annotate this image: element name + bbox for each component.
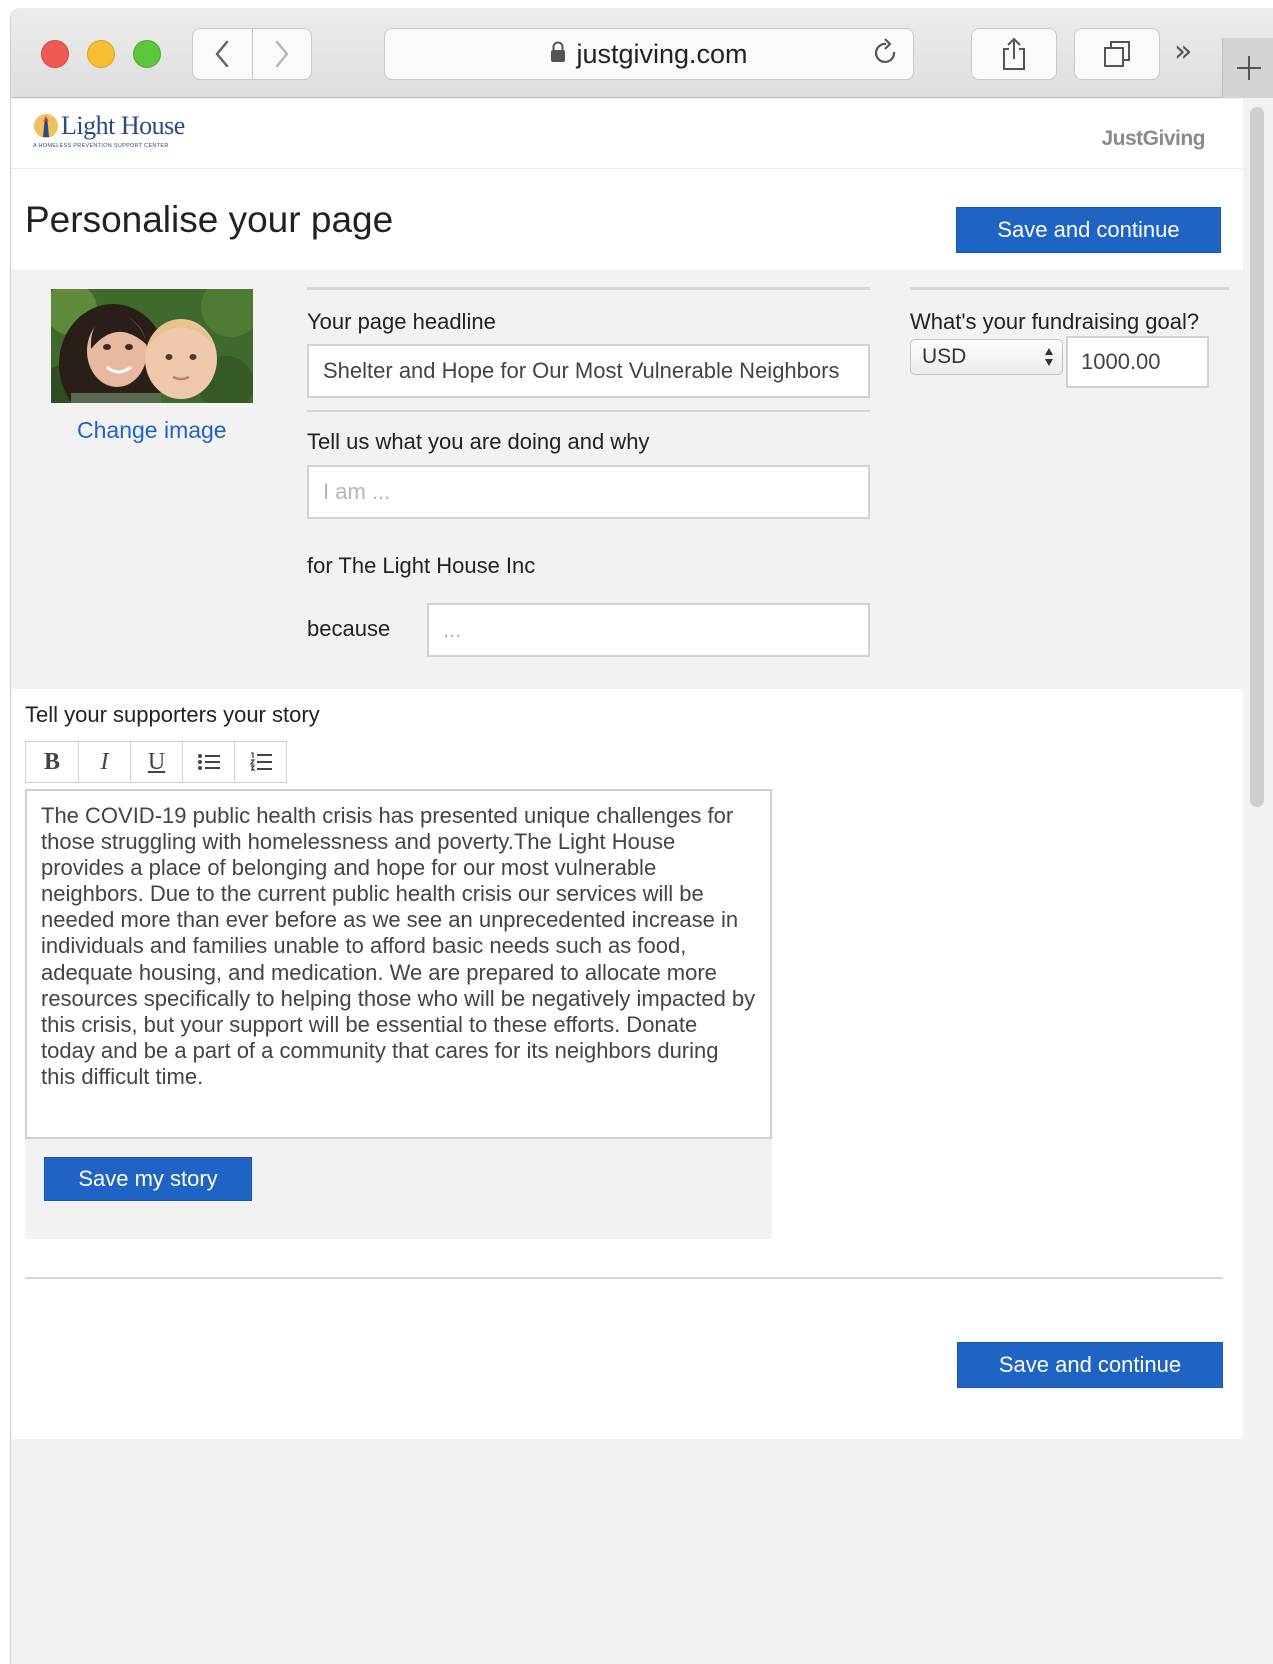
- close-window-button[interactable]: [41, 40, 69, 68]
- chevron-left-icon: [216, 40, 229, 68]
- vertical-scrollbar[interactable]: [1250, 107, 1264, 807]
- doing-what-input[interactable]: I am ...: [307, 465, 870, 519]
- italic-button[interactable]: I: [78, 742, 130, 782]
- because-label: because: [307, 616, 391, 641]
- save-and-continue-button-bottom[interactable]: Save and continue: [957, 1342, 1223, 1388]
- plus-icon: [1236, 56, 1261, 80]
- bulleted-list-icon: [197, 754, 220, 770]
- page-viewport: Light House A HOMELESS PREVENTION SUPPOR…: [11, 99, 1273, 1664]
- lighthouse-logo-icon: [34, 114, 58, 138]
- headline-divider: [307, 287, 870, 290]
- bottom-divider: [25, 1277, 1223, 1279]
- headline-label: Your page headline: [307, 309, 496, 334]
- tab-overview-button[interactable]: [1074, 28, 1160, 80]
- page-title: Personalise your page: [25, 199, 394, 240]
- story-heading: Tell your supporters your story: [25, 702, 320, 727]
- logo-subtitle: A HOMELESS PREVENTION SUPPORT CENTER: [33, 143, 169, 149]
- headline-input[interactable]: Shelter and Hope for Our Most Vulnerable…: [307, 344, 870, 398]
- url-text: justgiving.com: [576, 38, 748, 69]
- bold-icon: B: [43, 748, 60, 775]
- share-icon: [1003, 37, 1025, 70]
- minimize-window-button[interactable]: [87, 40, 115, 68]
- select-arrows-icon: [1045, 348, 1053, 366]
- currency-select[interactable]: USD: [910, 339, 1063, 375]
- goal-divider: [910, 287, 1229, 290]
- currency-value: USD: [922, 345, 967, 368]
- bold-button[interactable]: B: [26, 742, 78, 782]
- editor-toolbar: B I U: [25, 741, 287, 783]
- because-input[interactable]: ...: [427, 603, 870, 657]
- numbered-list-icon: [249, 752, 272, 771]
- more-toolbar-icon[interactable]: »: [1174, 34, 1192, 69]
- justgiving-brand[interactable]: JustGiving: [1101, 127, 1205, 151]
- save-and-continue-button-top[interactable]: Save and continue: [956, 207, 1221, 253]
- history-nav: [192, 28, 312, 80]
- charity-name-text: for The Light House Inc: [307, 553, 536, 578]
- chevron-right-icon: [275, 40, 288, 68]
- light-house-logo: Light House A HOMELESS PREVENTION SUPPOR…: [33, 111, 185, 150]
- italic-icon: I: [100, 748, 109, 775]
- save-my-story-button[interactable]: Save my story: [44, 1157, 252, 1201]
- browser-window: justgiving.com » Light House A HOMELESS …: [10, 8, 1273, 1664]
- forward-button[interactable]: [251, 29, 312, 79]
- goal-label: What's your fundraising goal?: [910, 309, 1200, 334]
- logo-text: Light House: [61, 111, 185, 140]
- story-editor-footer: Save my story: [25, 1139, 772, 1239]
- why-label: Tell us what you are doing and why: [307, 429, 650, 454]
- tabs-icon: [1104, 41, 1130, 67]
- change-image-link[interactable]: Change image: [77, 417, 227, 444]
- page-details-panel: Change image Your page headline Shelter …: [11, 269, 1243, 689]
- bulleted-list-button[interactable]: [182, 742, 234, 782]
- address-bar[interactable]: justgiving.com: [384, 28, 914, 80]
- lock-icon: [550, 41, 566, 68]
- why-divider: [307, 410, 870, 412]
- goal-amount-input[interactable]: 1000.00: [1066, 336, 1209, 388]
- story-editor[interactable]: The COVID-19 public health crisis has pr…: [25, 789, 772, 1139]
- new-tab-button[interactable]: [1222, 38, 1273, 98]
- zoom-window-button[interactable]: [133, 40, 161, 68]
- page-content: Light House A HOMELESS PREVENTION SUPPOR…: [11, 99, 1243, 1439]
- numbered-list-button[interactable]: [234, 742, 286, 782]
- underline-button[interactable]: U: [130, 742, 182, 782]
- site-header: Light House A HOMELESS PREVENTION SUPPOR…: [11, 99, 1243, 169]
- profile-photo: [51, 289, 253, 403]
- back-button[interactable]: [193, 29, 252, 79]
- browser-titlebar: justgiving.com »: [11, 8, 1273, 98]
- share-button[interactable]: [971, 28, 1057, 80]
- underline-icon: U: [147, 748, 166, 775]
- reload-icon[interactable]: [873, 38, 899, 76]
